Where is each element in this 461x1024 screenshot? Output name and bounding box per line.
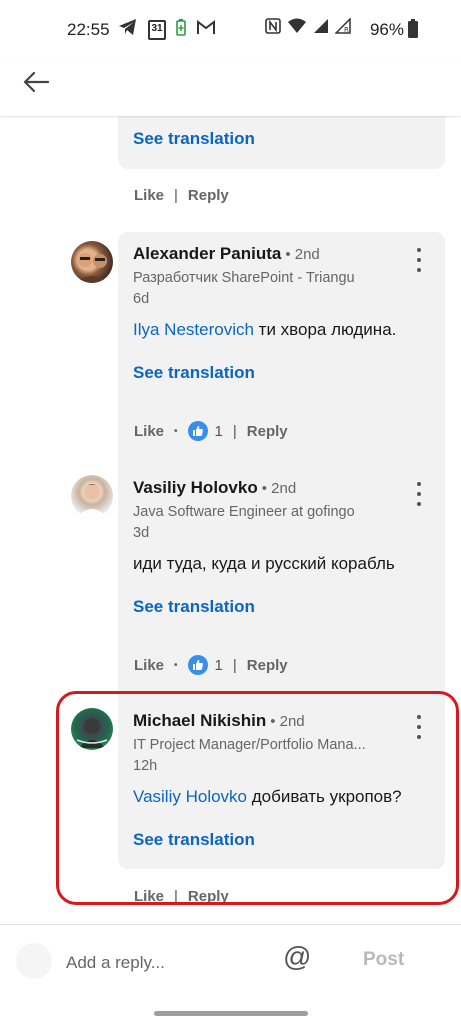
previous-comment-bubble: See translation bbox=[118, 116, 445, 169]
divider: | bbox=[174, 187, 178, 204]
like-button[interactable]: Like bbox=[134, 657, 164, 674]
user-avatar bbox=[16, 943, 52, 979]
reply-button[interactable]: Reply bbox=[188, 187, 229, 204]
author-headline: IT Project Manager/Portfolio Mana... bbox=[133, 737, 366, 753]
author-headline: Разработчик SharePoint - Triangu bbox=[133, 270, 355, 286]
comment-text: Ilya Nesterovich ти хвора людина. bbox=[133, 320, 396, 340]
notification-icons: 31 bbox=[118, 18, 216, 41]
comment-body: иди туда, куда и русский корабль bbox=[133, 554, 395, 573]
divider: | bbox=[232, 656, 237, 674]
comment-body: ти хвора людина. bbox=[253, 320, 397, 339]
svg-text:R: R bbox=[344, 26, 349, 34]
dot-separator: • bbox=[174, 659, 178, 671]
dot-separator: • bbox=[174, 425, 178, 437]
connection-degree: • 2nd bbox=[285, 246, 320, 263]
more-vertical-icon bbox=[417, 482, 421, 486]
comment-author[interactable]: Alexander Paniuta • 2nd bbox=[133, 244, 320, 264]
like-button[interactable]: Like bbox=[134, 888, 164, 905]
system-icons: R bbox=[265, 17, 351, 39]
author-name[interactable]: Alexander Paniuta bbox=[133, 244, 281, 263]
author-name[interactable]: Michael Nikishin bbox=[133, 711, 266, 730]
see-translation-link[interactable]: See translation bbox=[133, 830, 255, 850]
comment-author[interactable]: Vasiliy Holovko • 2nd bbox=[133, 478, 296, 498]
author-name[interactable]: Vasiliy Holovko bbox=[133, 478, 258, 497]
battery-icon bbox=[407, 19, 419, 44]
battery-percent: 96% bbox=[369, 20, 404, 39]
mention-button[interactable]: @ bbox=[283, 941, 311, 973]
reaction-count[interactable]: 1 bbox=[215, 657, 223, 674]
see-translation-link[interactable]: See translation bbox=[133, 597, 255, 617]
comment-actions: Like • 1 | Reply bbox=[134, 655, 288, 675]
mention-link[interactable]: Vasiliy Holovko bbox=[133, 787, 247, 806]
like-button[interactable]: Like bbox=[134, 423, 164, 440]
arrow-left-icon bbox=[22, 71, 50, 98]
comment-text: иди туда, куда и русский корабль bbox=[133, 554, 395, 574]
mention-link[interactable]: Ilya Nesterovich bbox=[133, 320, 254, 339]
gmail-icon bbox=[196, 19, 216, 40]
comment-timestamp: 12h bbox=[133, 758, 158, 774]
reply-button[interactable]: Reply bbox=[247, 657, 288, 674]
more-vertical-icon bbox=[417, 248, 421, 252]
nfc-icon bbox=[265, 18, 281, 39]
post-button[interactable]: Post bbox=[363, 949, 404, 971]
divider: | bbox=[174, 888, 178, 905]
reply-bar: @ Post bbox=[0, 924, 461, 1004]
calendar-day: 31 bbox=[151, 22, 163, 34]
avatar[interactable] bbox=[71, 241, 113, 283]
comment-text: Vasiliy Holovko добивать укропов? bbox=[133, 787, 402, 807]
comment-actions: Like • 1 | Reply bbox=[134, 421, 288, 441]
thumbs-up-icon[interactable] bbox=[187, 421, 208, 441]
more-vertical-icon bbox=[417, 715, 421, 719]
divider: | bbox=[232, 422, 237, 440]
see-translation-link[interactable]: See translation bbox=[133, 363, 255, 383]
avatar[interactable] bbox=[71, 475, 113, 517]
calendar-icon: 31 bbox=[148, 19, 166, 40]
comment-actions: Like | Reply bbox=[134, 888, 229, 905]
status-time: 22:55 bbox=[67, 20, 110, 39]
reply-input[interactable] bbox=[66, 953, 266, 973]
comment-timestamp: 3d bbox=[133, 525, 150, 541]
reply-button[interactable]: Reply bbox=[188, 888, 229, 905]
see-translation-link[interactable]: See translation bbox=[133, 129, 255, 149]
comment-body: добивать укропов? bbox=[247, 787, 402, 806]
avatar[interactable] bbox=[71, 708, 113, 750]
status-bar: 22:55 31 R 96% bbox=[0, 0, 461, 60]
battery-saver-icon bbox=[176, 18, 186, 41]
comment-menu-button[interactable] bbox=[411, 715, 427, 739]
comment-menu-button[interactable] bbox=[411, 482, 427, 506]
comment-menu-button[interactable] bbox=[411, 248, 427, 272]
comment-timestamp: 6d bbox=[133, 291, 150, 307]
comments-feed[interactable]: See translation Like | Reply Alexander P… bbox=[0, 116, 461, 924]
connection-degree: • 2nd bbox=[261, 480, 297, 497]
signal-roaming-icon: R bbox=[334, 17, 351, 39]
connection-degree: • 2nd bbox=[270, 713, 305, 730]
wifi-icon bbox=[287, 18, 307, 39]
reaction-count[interactable]: 1 bbox=[215, 423, 223, 440]
comment-author[interactable]: Michael Nikishin • 2nd bbox=[133, 711, 305, 731]
like-button[interactable]: Like bbox=[134, 187, 164, 204]
telegram-icon bbox=[118, 18, 138, 41]
back-button[interactable] bbox=[18, 66, 54, 102]
app-header bbox=[0, 60, 461, 116]
reply-button[interactable]: Reply bbox=[247, 423, 288, 440]
author-headline: Java Software Engineer at gofingo bbox=[133, 504, 355, 520]
comment-bubble: Michael Nikishin • 2nd IT Project Manager… bbox=[118, 699, 445, 869]
thumbs-up-icon[interactable] bbox=[187, 655, 208, 675]
signal-icon bbox=[313, 18, 329, 39]
navigation-handle[interactable] bbox=[154, 1011, 308, 1016]
previous-comment-actions: Like | Reply bbox=[134, 187, 229, 204]
